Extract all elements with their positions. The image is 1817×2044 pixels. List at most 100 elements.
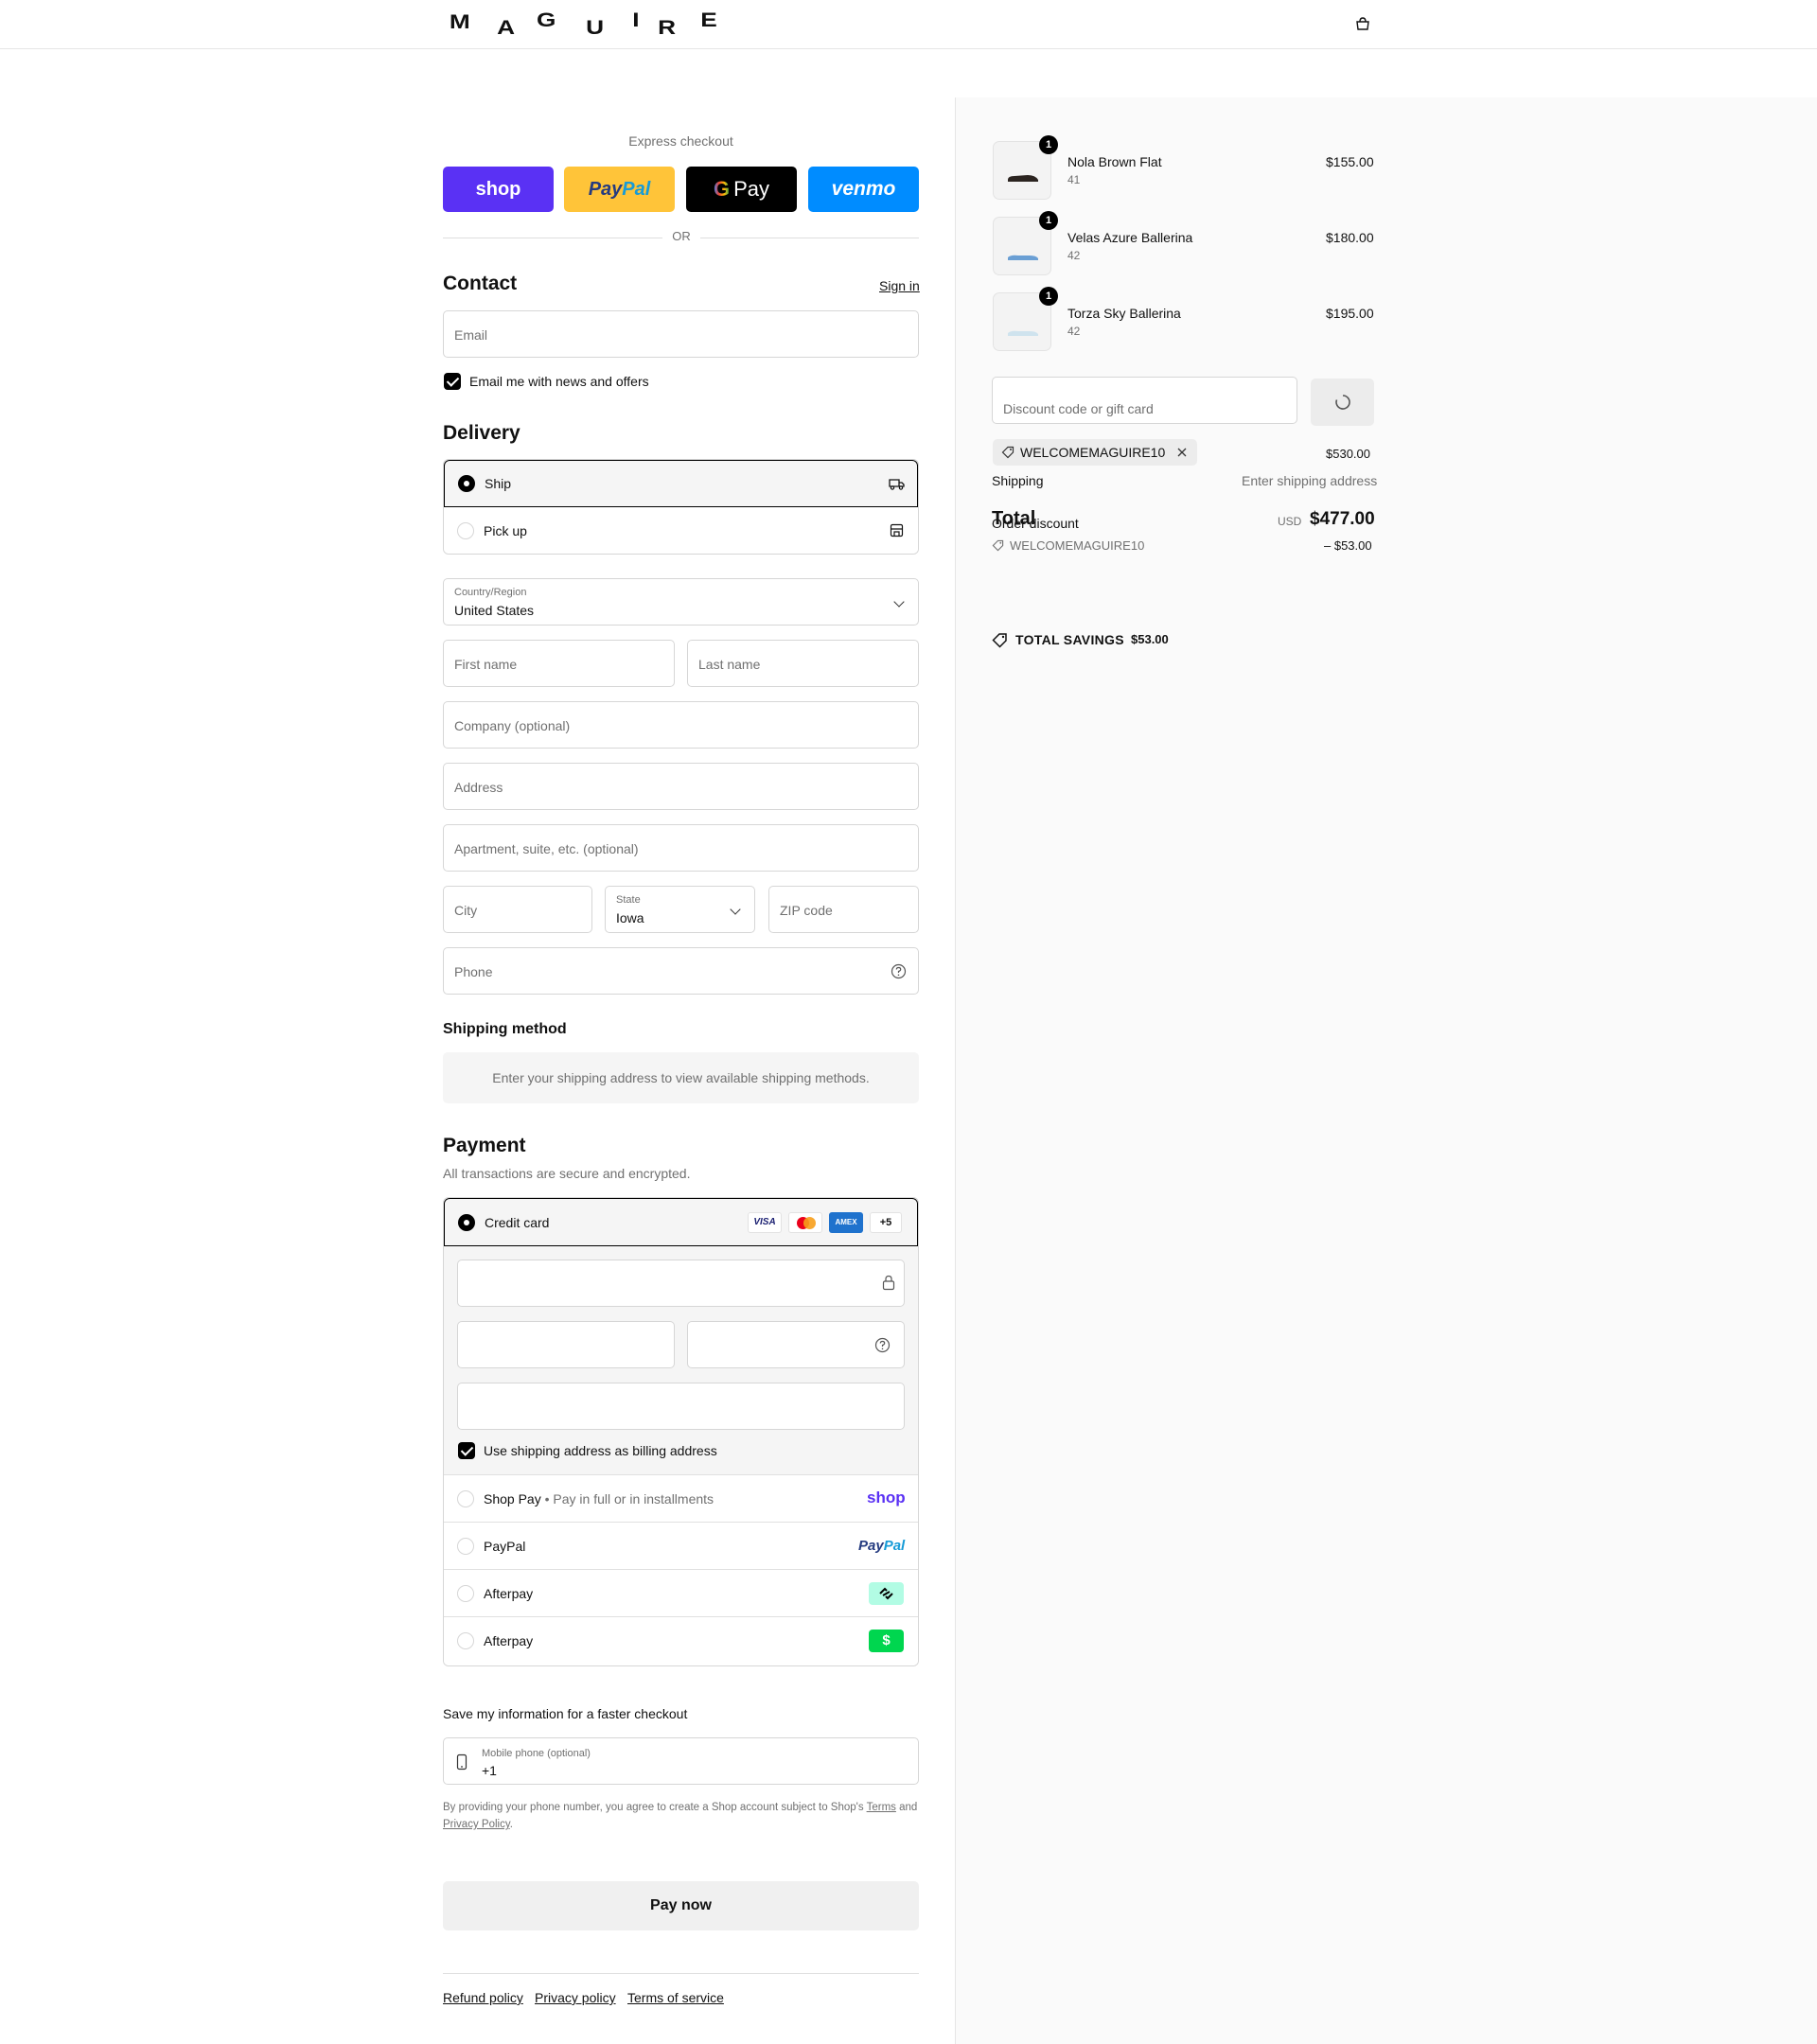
credit-card-option[interactable]: Credit card VISA AMEX +5 [444,1198,918,1246]
legal-text: By providing your phone number, you agre… [443,1802,864,1813]
terms-of-service-link[interactable]: Terms of service [627,1990,724,2005]
google-g-icon: G [713,177,731,201]
card-name-field[interactable] [457,1383,905,1430]
afterpay-option[interactable]: Afterpay [444,1569,918,1616]
card-cvv-field[interactable] [687,1321,905,1368]
last-name-field[interactable]: Last name [687,640,919,687]
email-field[interactable]: Email [443,310,919,358]
discount-code-field[interactable]: Discount code or gift card [992,377,1297,424]
shop-pay-note: Pay in full or in installments [553,1491,714,1507]
save-info-heading: Save my information for a faster checkou… [443,1706,688,1721]
paypal-radio[interactable] [457,1538,474,1555]
afterpay-option-2[interactable]: Afterpay $ [444,1616,918,1665]
logo-letter: U [586,17,605,39]
country-select[interactable]: Country/Region United States [443,578,919,626]
terms-link[interactable]: Terms [867,1802,896,1813]
pickup-label: Pick up [484,523,527,538]
privacy-policy-footer-link[interactable]: Privacy policy [535,1990,616,2005]
apply-discount-button[interactable] [1311,379,1374,426]
first-name-field[interactable]: First name [443,640,675,687]
address-placeholder: Address [454,780,503,795]
shipping-label: Shipping [992,473,1044,488]
cash-app-logo-icon: $ [869,1630,904,1652]
afterpay-label-2: Afterpay [484,1633,534,1648]
brand-logo[interactable]: M A G U I R E [449,9,722,40]
pay-now-button[interactable]: Pay now [443,1881,919,1930]
city-field[interactable]: City [443,886,592,933]
ballerina-shoe-image [1008,255,1038,260]
shop-logo-text: shop [475,178,521,200]
shipping-method-notice: Enter your shipping address to view avai… [443,1052,919,1103]
delivery-method-group: Ship Pick up [443,459,919,555]
card-number-field[interactable] [457,1260,905,1307]
shop-pay-name: Shop Pay [484,1491,541,1507]
pickup-option[interactable]: Pick up [444,507,918,554]
quantity-badge: 1 [1039,211,1058,230]
order-discount-label: Order discount [992,516,1079,531]
sign-in-link[interactable]: Sign in [879,278,920,293]
total-savings-value: $53.00 [1131,632,1169,646]
payment-heading: Payment [443,1135,526,1156]
loading-spinner-icon [1335,395,1350,410]
tag-icon [992,539,1004,552]
last-name-placeholder: Last name [698,657,761,672]
card-expiry-field[interactable] [457,1321,675,1368]
mobile-phone-field[interactable]: Mobile phone (optional) +1 [443,1737,919,1785]
paypal-logo-b: Pal [883,1538,906,1554]
shopping-bag-icon[interactable] [1354,16,1371,31]
phone-field[interactable]: Phone [443,947,919,995]
order-discount-value: – $53.00 [1324,538,1372,553]
billing-same-checkbox[interactable] [458,1442,475,1459]
logo-letter: M [449,11,470,33]
shipping-value: Enter shipping address [1242,473,1378,488]
paypal-logo: PayPal [858,1538,905,1554]
shop-pay-label: Shop Pay • Pay in full or in installment… [484,1491,714,1507]
or-divider-label: OR [662,229,700,243]
shop-pay-option[interactable]: Shop Pay • Pay in full or in installment… [444,1474,918,1522]
city-placeholder: City [454,903,478,918]
billing-same-label: Use shipping address as billing address [484,1443,717,1458]
paypal-logo-text-b: Pal [622,178,651,200]
visa-card-icon: VISA [748,1212,782,1233]
chevron-down-icon [730,904,741,915]
privacy-policy-link[interactable]: Privacy Policy [443,1819,510,1830]
pickup-radio[interactable] [457,522,474,539]
venmo-express-button[interactable]: venmo [808,167,919,212]
shop-pay-express-button[interactable]: shop [443,167,554,212]
legal-and: and [899,1802,918,1813]
news-checkbox[interactable] [444,373,461,390]
shop-pay-radio[interactable] [457,1490,474,1507]
paypal-express-button[interactable]: Pay Pal [564,167,675,212]
credit-card-radio[interactable] [458,1214,475,1231]
product-variant: 42 [1067,249,1081,262]
zip-field[interactable]: ZIP code [768,886,919,933]
card-fields-panel: Use shipping address as billing address [444,1246,918,1474]
ship-radio[interactable] [458,475,475,492]
help-circle-icon[interactable] [891,963,907,979]
amex-card-icon: AMEX [829,1212,863,1233]
company-field[interactable]: Company (optional) [443,701,919,749]
refund-policy-link[interactable]: Refund policy [443,1990,523,2005]
address-field[interactable]: Address [443,763,919,810]
paypal-label: PayPal [484,1539,526,1554]
currency-label: USD [1278,515,1302,528]
close-icon[interactable] [1176,447,1188,458]
afterpay-logo-icon [869,1582,904,1605]
product-price: $155.00 [1326,154,1374,169]
afterpay-radio-2[interactable] [457,1632,474,1649]
afterpay-radio[interactable] [457,1585,474,1602]
logo-letter: I [632,9,640,31]
more-cards-badge: +5 [870,1212,902,1233]
state-select[interactable]: State Iowa [605,886,755,933]
help-circle-icon[interactable] [874,1337,891,1353]
gpay-text: Pay [733,177,770,201]
apartment-field[interactable]: Apartment, suite, etc. (optional) [443,824,919,872]
footer-divider [443,1973,919,1974]
visa-text: VISA [753,1217,776,1227]
news-checkbox-label: Email me with news and offers [469,374,649,389]
ship-option[interactable]: Ship [444,460,918,507]
order-discount-code: WELCOMEMAGUIRE10 [1010,538,1145,553]
google-pay-express-button[interactable]: G Pay [686,167,797,212]
total-savings-label: TOTAL SAVINGS [1015,632,1124,647]
paypal-option[interactable]: PayPal PayPal [444,1522,918,1569]
